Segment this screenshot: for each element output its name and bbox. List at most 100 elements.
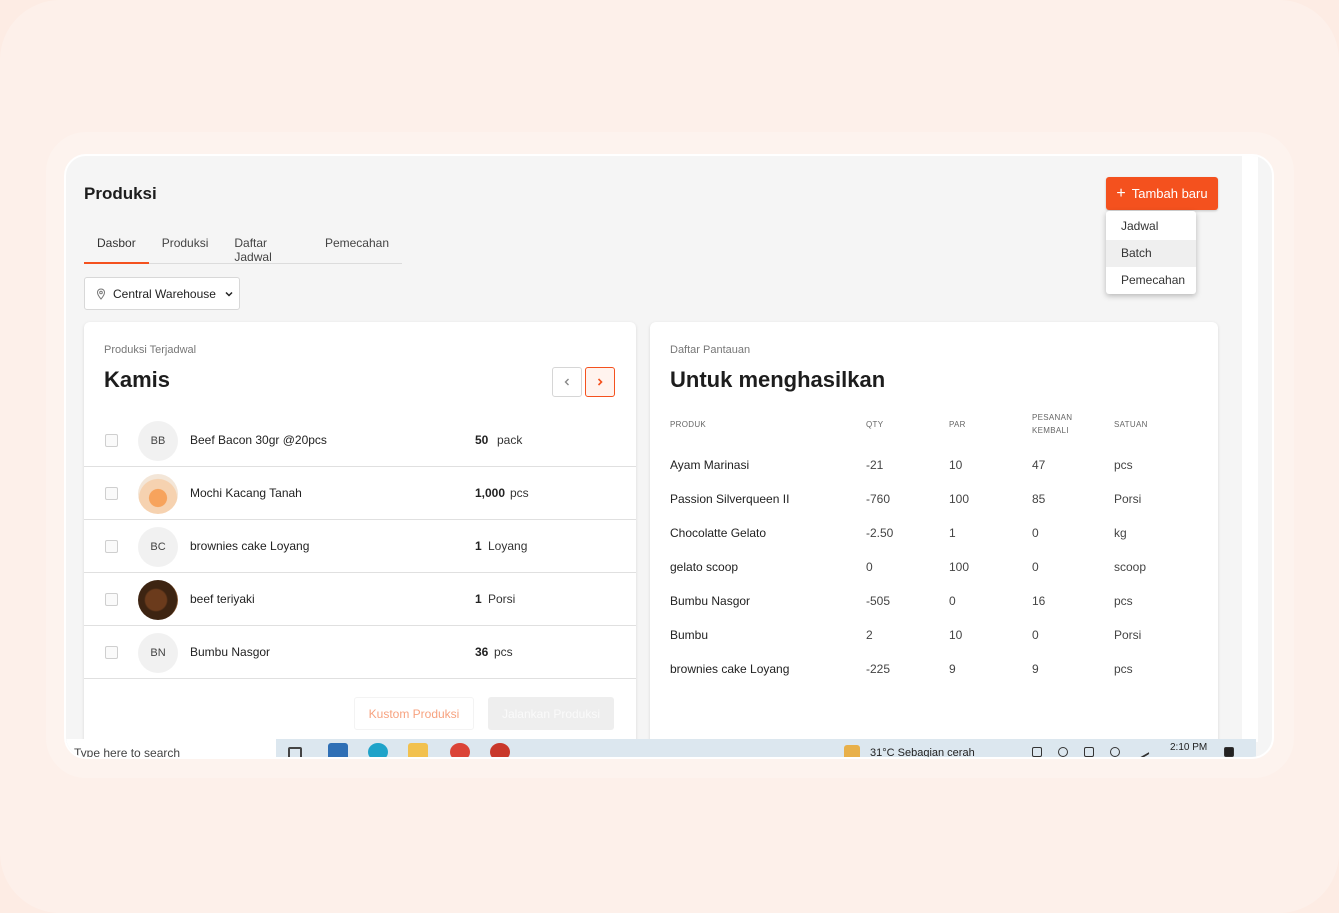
add-new-label: Tambah baru: [1131, 186, 1208, 201]
avatar: BC: [138, 527, 178, 567]
battery-icon[interactable]: [1084, 747, 1094, 757]
product-unit: Loyang: [488, 539, 528, 553]
product-photo: [138, 580, 178, 620]
table-row: Bumbu 2 10 0 Porsi: [670, 620, 1200, 654]
chevron-down-icon: [225, 291, 233, 297]
scheduled-subtitle: Produksi Terjadwal: [104, 344, 197, 356]
warehouse-select[interactable]: Central Warehouse: [84, 277, 240, 310]
cell-return: 47: [1032, 458, 1046, 472]
product-unit: Porsi: [488, 592, 516, 606]
list-item: beef teriyaki 1 Porsi: [84, 573, 636, 626]
product-qty: 36: [475, 645, 489, 659]
column-product: PRODUK: [670, 420, 707, 429]
add-new-button[interactable]: + Tambah baru: [1106, 177, 1218, 210]
watchlist-subtitle: Daftar Pantauan: [670, 344, 751, 356]
cell-qty: -21: [866, 458, 884, 472]
cell-qty: 0: [866, 560, 873, 574]
cell-product: gelato scoop: [670, 560, 739, 574]
chrome-icon[interactable]: [450, 743, 470, 757]
location-pin-icon: [96, 287, 106, 300]
tab-daftar-jadwal[interactable]: Daftar Jadwal: [221, 230, 312, 264]
column-unit: SATUAN: [1114, 420, 1148, 429]
list-item: BB Beef Bacon 30gr @20pcs 50 pack: [84, 414, 636, 467]
product-name: Bumbu Nasgor: [190, 645, 271, 659]
product-qty: 50: [475, 433, 489, 447]
page-title: Produksi: [84, 184, 157, 203]
cell-product: Ayam Marinasi: [670, 458, 750, 472]
edge-icon[interactable]: [368, 743, 388, 757]
cell-par: 0: [949, 594, 956, 608]
product-unit: pcs: [494, 645, 513, 659]
scrollbar[interactable]: [1242, 156, 1258, 742]
cell-return: 16: [1032, 594, 1046, 608]
item-checkbox[interactable]: [105, 487, 118, 500]
tab-pemecahan[interactable]: Pemecahan: [312, 230, 402, 264]
cell-return: 0: [1032, 560, 1039, 574]
product-qty: 1,000: [475, 486, 506, 500]
taskbar-clock[interactable]: 2:10 PM: [1170, 742, 1207, 753]
list-item: Mochi Kacang Tanah 1,000 pcs: [84, 467, 636, 520]
column-return-line-2: KEMBALI: [1032, 426, 1069, 435]
os-taskbar: Type here to search 31°C Sebagian cerah …: [66, 739, 1256, 757]
scheduled-list: BB Beef Bacon 30gr @20pcs 50 pack Mochi …: [84, 414, 636, 679]
cell-qty: -760: [866, 492, 891, 506]
chrome-icon[interactable]: [490, 743, 510, 757]
scheduled-production-card: Produksi Terjadwal Kamis BB Beef Bacon 3…: [84, 322, 636, 757]
product-name: Mochi Kacang Tanah: [190, 486, 302, 500]
column-par: PAR: [949, 420, 966, 429]
table-row: gelato scoop 0 100 0 scoop: [670, 552, 1200, 586]
cell-qty: -505: [866, 594, 891, 608]
taskbar-weather[interactable]: 31°C Sebagian cerah: [870, 747, 975, 757]
table-row: Chocolatte Gelato -2.50 1 0 kg: [670, 518, 1200, 552]
weather-icon[interactable]: [844, 745, 860, 757]
product-qty: 1: [475, 539, 482, 553]
volume-icon[interactable]: [1058, 747, 1068, 757]
cell-unit: scoop: [1114, 560, 1147, 574]
pen-icon[interactable]: [1136, 745, 1150, 757]
table-row: Ayam Marinasi -21 10 47 pcs: [670, 450, 1200, 484]
product-name: beef teriyaki: [190, 592, 255, 606]
prev-day-button[interactable]: [552, 367, 582, 397]
item-checkbox[interactable]: [105, 646, 118, 659]
run-production-button[interactable]: Jalankan Produksi: [488, 697, 614, 730]
scheduled-day: Kamis: [104, 367, 171, 392]
item-checkbox[interactable]: [105, 540, 118, 553]
tab-dasbor[interactable]: Dasbor: [84, 230, 149, 264]
plus-icon: +: [1116, 184, 1126, 202]
avatar: BB: [138, 421, 178, 461]
watchlist-card: Daftar Pantauan Untuk menghasilkan PRODU…: [650, 322, 1218, 757]
network-icon[interactable]: [1032, 747, 1042, 757]
cell-par: 100: [949, 492, 970, 506]
column-qty: QTY: [866, 420, 884, 429]
speaker-icon[interactable]: [1110, 747, 1120, 757]
item-checkbox[interactable]: [105, 434, 118, 447]
menu-item-jadwal[interactable]: Jadwal: [1106, 213, 1196, 240]
warehouse-label: Central Warehouse: [113, 286, 216, 301]
cell-product: brownies cake Loyang: [670, 662, 790, 676]
list-item: BN Bumbu Nasgor 36 pcs: [84, 626, 636, 679]
cell-return: 0: [1032, 526, 1039, 540]
mail-icon[interactable]: [328, 743, 348, 757]
cell-par: 9: [949, 662, 956, 676]
app-screen: Produksi + Tambah baru Jadwal Batch Peme…: [64, 154, 1274, 759]
avatar: BN: [138, 633, 178, 673]
item-checkbox[interactable]: [105, 593, 118, 606]
cell-qty: 2: [866, 628, 873, 642]
product-unit: pcs: [510, 486, 529, 500]
menu-item-batch[interactable]: Batch: [1106, 240, 1196, 267]
cell-unit: kg: [1114, 526, 1127, 540]
notifications-icon[interactable]: [1224, 747, 1234, 757]
custom-production-button[interactable]: Kustom Produksi: [354, 697, 474, 730]
table-row: brownies cake Loyang -225 9 9 pcs: [670, 654, 1200, 688]
taskbar-search-input[interactable]: Type here to search: [66, 739, 276, 757]
next-day-button[interactable]: [585, 367, 615, 397]
tab-produksi[interactable]: Produksi: [149, 230, 222, 264]
folder-icon[interactable]: [408, 743, 428, 757]
product-photo: [138, 474, 178, 514]
menu-item-pemecahan[interactable]: Pemecahan: [1106, 267, 1196, 294]
product-name: Beef Bacon 30gr @20pcs: [190, 433, 327, 447]
watchlist-table: PRODUK QTY PAR PESANAN KEMBALI SATUAN Ay…: [670, 410, 1200, 688]
cell-return: 0: [1032, 628, 1039, 642]
chevron-left-icon: [564, 378, 569, 386]
task-view-icon[interactable]: [288, 747, 302, 757]
